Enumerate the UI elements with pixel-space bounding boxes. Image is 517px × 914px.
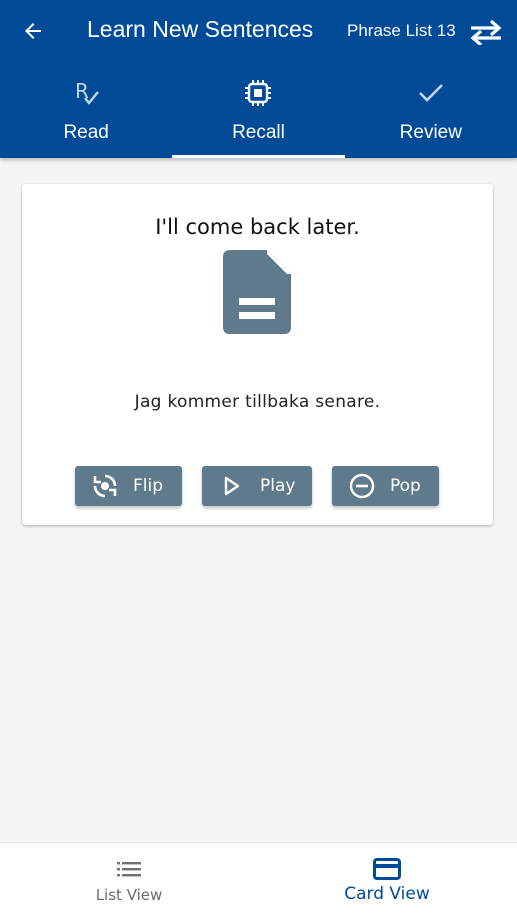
tab-review-label: Review (399, 122, 462, 143)
list-icon (115, 857, 143, 881)
pop-button[interactable]: Pop (332, 466, 439, 506)
bottom-navigation: List View Card View (0, 842, 517, 914)
tab-read[interactable]: R Read (0, 64, 172, 158)
document-icon (223, 250, 291, 334)
tab-recall-label: Recall (232, 122, 285, 143)
play-button[interactable]: Play (202, 466, 312, 506)
swap-button[interactable] (466, 14, 506, 50)
translation-text: Jag kommer tillbaka senare. (134, 392, 381, 412)
mode-tabs: R Read Recall Review (0, 64, 517, 158)
tab-review[interactable]: Review (345, 64, 517, 158)
remove-circle-icon (348, 472, 376, 500)
flip-label: Flip (133, 476, 164, 496)
tab-read-label: Read (63, 122, 109, 143)
flip-camera-icon (91, 472, 119, 500)
flip-button[interactable]: Flip (75, 466, 182, 506)
play-icon (218, 472, 246, 500)
tab-recall[interactable]: Recall (172, 64, 345, 158)
phrase-list-name[interactable]: Phrase List 13 (347, 21, 456, 41)
pop-label: Pop (390, 476, 421, 496)
nav-card-view[interactable]: Card View (258, 843, 516, 914)
sentence-text: I'll come back later. (155, 215, 360, 239)
nav-card-view-label: Card View (344, 884, 430, 904)
arrow-left-icon (25, 23, 41, 39)
top-toolbar: Learn New Sentences Phrase List 13 (0, 0, 517, 64)
credit-card-icon (373, 857, 401, 881)
card-actions: Flip Play Pop (75, 466, 441, 506)
prescription-icon: R (71, 78, 101, 108)
back-button[interactable] (16, 14, 50, 48)
app-bar: Learn New Sentences Phrase List 13 R Rea… (0, 0, 517, 158)
flashcard: I'll come back later. Jag kommer tillbak… (22, 184, 493, 525)
nav-list-view[interactable]: List View (0, 843, 258, 914)
play-label: Play (260, 476, 296, 496)
swap-arrows-icon (470, 19, 502, 45)
chip-icon (243, 78, 273, 108)
nav-list-view-label: List View (95, 886, 163, 904)
checkmark-icon (416, 78, 446, 108)
page-title: Learn New Sentences (87, 16, 314, 42)
